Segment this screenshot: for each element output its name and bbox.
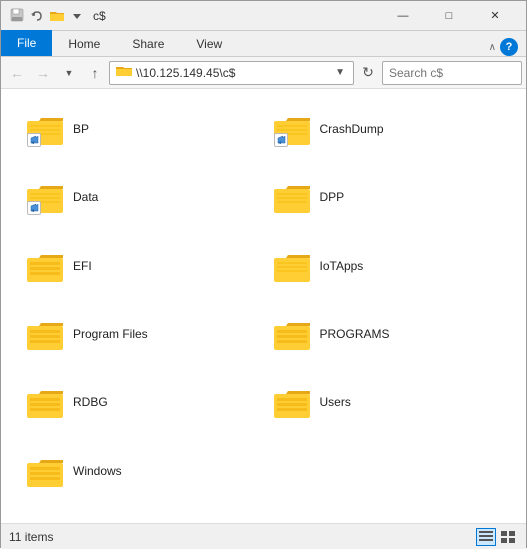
folder-label: PROGRAMS <box>320 327 390 341</box>
address-folder-icon <box>116 64 132 81</box>
folder-label: BP <box>73 122 89 136</box>
folder-label: DPP <box>320 190 345 204</box>
up-button[interactable]: ↑ <box>83 61 107 85</box>
title-dropdown-icon[interactable] <box>69 8 85 24</box>
help-button[interactable]: ? <box>500 38 518 56</box>
tab-view[interactable]: View <box>180 33 238 56</box>
list-item[interactable]: Program Files <box>17 306 264 362</box>
folder-label: Program Files <box>73 327 148 341</box>
list-item[interactable]: Windows <box>17 443 264 499</box>
list-item[interactable]: CrashDump <box>264 101 511 157</box>
folder-label: Windows <box>73 464 122 478</box>
address-chevron-icon[interactable]: ▼ <box>333 67 347 78</box>
folder-icon <box>272 314 312 354</box>
ribbon-help: ∧ ? <box>485 38 526 56</box>
view-buttons <box>476 528 518 546</box>
title-folder-icon <box>49 8 65 24</box>
back-button[interactable]: ← <box>5 61 29 85</box>
folder-icon <box>272 382 312 422</box>
minimize-button[interactable]: — <box>380 1 426 31</box>
title-bar-icons <box>9 8 85 24</box>
recent-locations-button[interactable]: ▼ <box>57 61 81 85</box>
folder-icon <box>272 246 312 286</box>
details-view-button[interactable] <box>476 528 496 546</box>
ribbon-chevron-icon[interactable]: ∧ <box>485 42 500 53</box>
refresh-button[interactable]: ↻ <box>356 61 380 85</box>
tab-home[interactable]: Home <box>52 33 116 56</box>
folder-icon <box>272 177 312 217</box>
list-item[interactable]: Data <box>17 169 264 225</box>
address-input[interactable] <box>136 66 333 80</box>
list-item[interactable]: IoTApps <box>264 238 511 294</box>
forward-button[interactable]: → <box>31 61 55 85</box>
title-controls: — □ ✕ <box>380 1 518 31</box>
close-button[interactable]: ✕ <box>472 1 518 31</box>
title-undo-icon[interactable] <box>29 8 45 24</box>
items-count: 11 items <box>9 530 53 544</box>
maximize-button[interactable]: □ <box>426 1 472 31</box>
folder-icon <box>25 382 65 422</box>
title-save-icon[interactable] <box>9 8 25 24</box>
address-input-wrap: ▼ <box>109 61 354 85</box>
list-item[interactable]: Users <box>264 374 511 430</box>
folder-icon <box>25 109 65 149</box>
list-item[interactable]: EFI <box>17 238 264 294</box>
search-input[interactable] <box>389 66 527 80</box>
folder-label: Data <box>73 190 98 204</box>
search-box: 🔍 <box>382 61 522 85</box>
folder-icon <box>25 177 65 217</box>
list-item[interactable]: BP <box>17 101 264 157</box>
folder-label: Users <box>320 395 351 409</box>
file-area: BP CrashDump <box>1 89 526 523</box>
status-bar: 11 items <box>1 523 526 549</box>
folder-icon <box>272 109 312 149</box>
title-bar: c$ — □ ✕ <box>1 1 526 31</box>
list-item[interactable]: RDBG <box>17 374 264 430</box>
folder-icon <box>25 246 65 286</box>
tab-file[interactable]: File <box>1 30 52 56</box>
folder-icon <box>25 314 65 354</box>
folder-label: EFI <box>73 259 92 273</box>
list-item[interactable]: DPP <box>264 169 511 225</box>
window-title: c$ <box>93 9 380 23</box>
address-bar: ← → ▼ ↑ ▼ ↻ 🔍 <box>1 57 526 89</box>
folder-label: CrashDump <box>320 122 384 136</box>
list-item[interactable]: PROGRAMS <box>264 306 511 362</box>
folder-label: IoTApps <box>320 259 364 273</box>
large-icons-view-button[interactable] <box>498 528 518 546</box>
tab-share[interactable]: Share <box>116 33 180 56</box>
ribbon-tabs: File Home Share View ∧ ? <box>1 31 526 57</box>
folder-label: RDBG <box>73 395 108 409</box>
folder-icon <box>25 451 65 491</box>
